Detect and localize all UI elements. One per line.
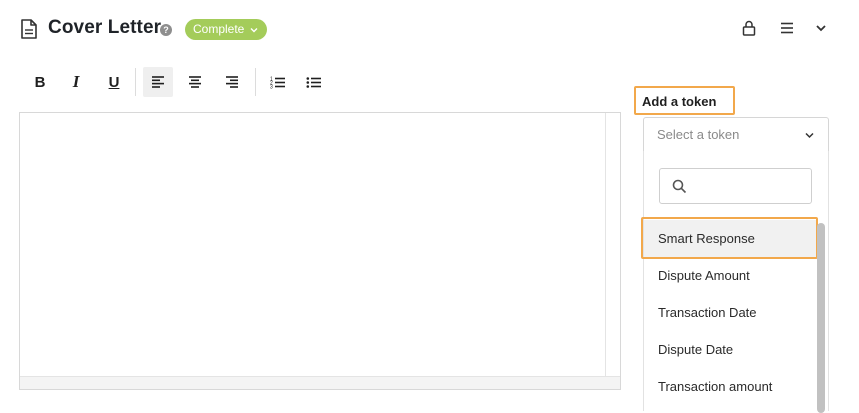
token-option[interactable]: Dispute Date	[644, 331, 816, 368]
toolbar-divider	[255, 68, 256, 96]
align-left-button[interactable]	[143, 67, 173, 97]
bullet-list-icon	[306, 76, 321, 88]
align-center-button[interactable]	[180, 67, 210, 97]
search-icon	[672, 179, 687, 194]
editor-scroll-track	[605, 113, 606, 377]
toolbar-divider	[135, 68, 136, 96]
document-icon	[21, 19, 37, 39]
align-right-button[interactable]	[217, 67, 247, 97]
cover-letter-editor[interactable]	[19, 112, 621, 390]
underline-button[interactable]: U	[99, 67, 129, 97]
ordered-list-icon: 1 2 3	[270, 76, 285, 89]
italic-icon: I	[72, 72, 80, 91]
bullet-list-button[interactable]	[299, 67, 329, 97]
bold-button[interactable]: B	[25, 67, 55, 97]
status-label: Complete	[193, 22, 245, 36]
token-option[interactable]: Dispute Amount	[644, 257, 816, 294]
underline-icon: U	[108, 73, 120, 91]
help-icon[interactable]: ?	[160, 24, 172, 36]
token-label: Add a token	[642, 94, 717, 109]
menu-icon[interactable]	[780, 21, 794, 35]
token-select[interactable]: Select a token	[643, 117, 829, 152]
ordered-list-button[interactable]: 1 2 3	[263, 67, 293, 97]
status-dropdown[interactable]: Complete	[185, 19, 268, 40]
svg-text:3: 3	[270, 84, 273, 89]
token-select-placeholder: Select a token	[657, 127, 740, 142]
dropdown-scrollbar[interactable]	[817, 223, 825, 413]
lock-icon[interactable]	[742, 20, 756, 36]
align-right-icon	[226, 76, 238, 88]
chevron-down-icon	[250, 27, 258, 32]
italic-button[interactable]: I	[61, 67, 91, 97]
align-center-icon	[189, 76, 201, 88]
token-option[interactable]: Transaction amount	[644, 368, 816, 405]
page-title: Cover Letter	[48, 17, 162, 38]
editor-resize-strip[interactable]	[20, 377, 620, 389]
chevron-down-icon[interactable]	[815, 23, 827, 33]
token-search-input[interactable]	[659, 168, 812, 204]
token-option-highlight	[641, 217, 818, 259]
token-option[interactable]: Transaction Date	[644, 294, 816, 331]
align-left-icon	[152, 76, 164, 88]
chevron-down-icon	[805, 132, 814, 139]
bold-icon: B	[34, 73, 46, 91]
